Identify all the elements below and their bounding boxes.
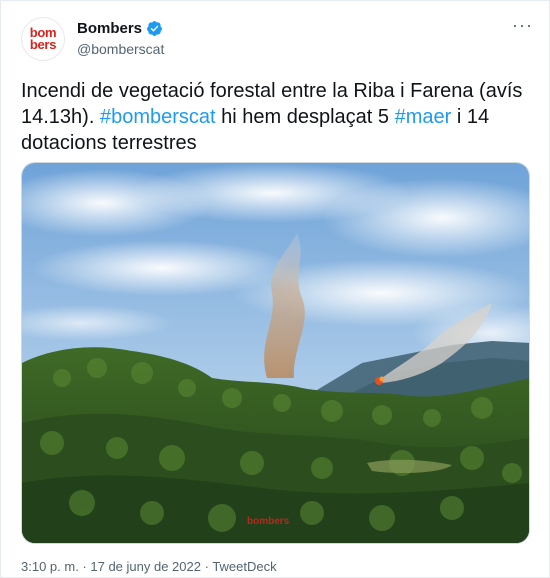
tweet-date-link[interactable]: 17 de juny de 2022 [90,559,201,574]
display-name[interactable]: Bombers [77,20,142,37]
hashtag-link-bomberscat[interactable]: #bomberscat [100,106,216,128]
tweet-metadata: 3:10 p. m. · 17 de juny de 2022 · TweetD… [21,559,277,574]
tweet-text-part-2: hi hem desplaçat 5 [215,106,395,128]
meta-separator: · [200,559,213,574]
avatar[interactable]: bom bers [21,17,65,61]
tweet-card[interactable]: bom bers Bombers @bomberscat ··· Incendi… [0,0,550,578]
verified-badge-icon [147,21,162,36]
photo-watermark: bombers [247,516,290,527]
tweet-time-link[interactable]: 3:10 p. m. [21,559,79,574]
wildfire-photo-image [22,163,529,543]
hashtag-link-maer[interactable]: #maer [395,106,452,128]
author-handle[interactable]: @bomberscat [77,41,164,57]
author-name-row[interactable]: Bombers [77,20,163,37]
meta-separator: · [78,559,91,574]
tweet-source-link[interactable]: TweetDeck [212,559,276,574]
avatar-text-bottom: bers [29,37,57,52]
more-options-icon[interactable]: ··· [512,15,533,36]
tweet-text: Incendi de vegetació forestal entre la R… [21,78,536,156]
tweet-photo[interactable]: bombers [21,162,530,544]
